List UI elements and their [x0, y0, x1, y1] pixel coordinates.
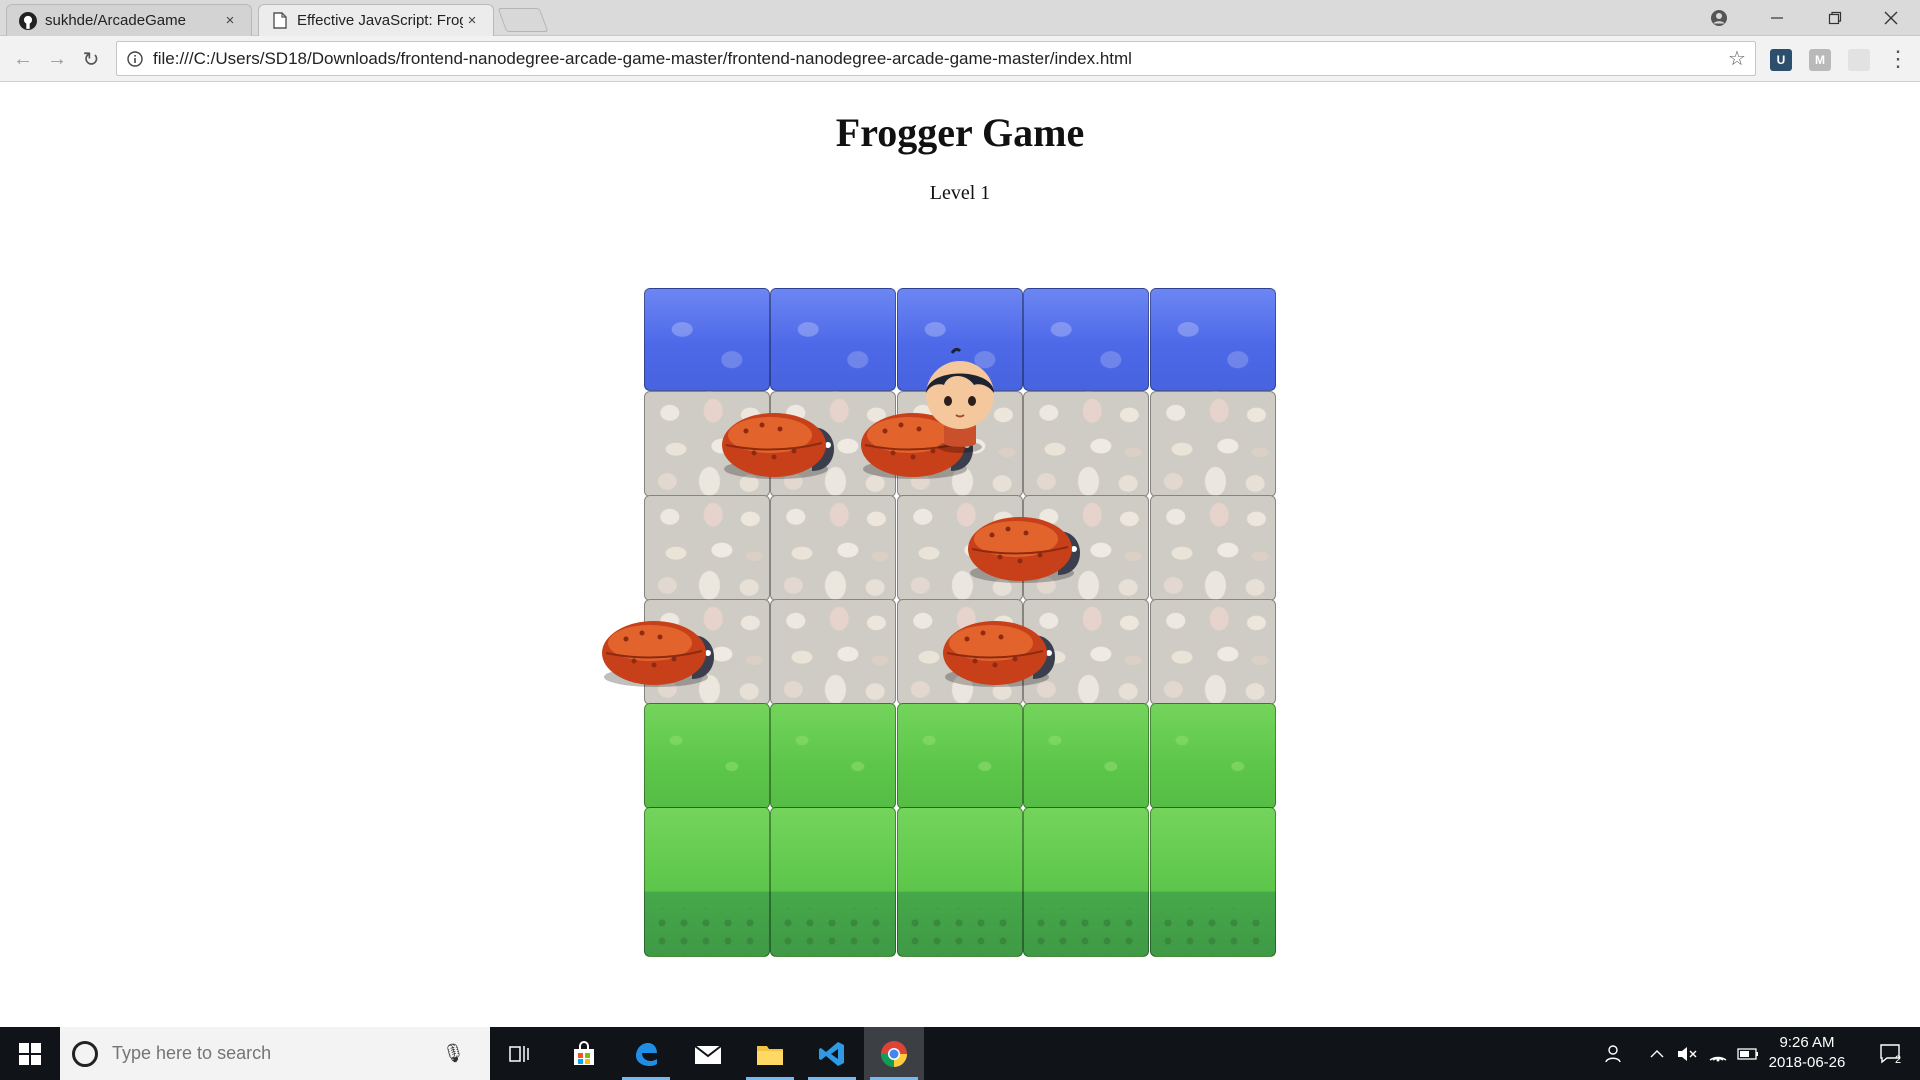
grass-tile: [1023, 703, 1150, 809]
task-view-icon[interactable]: [490, 1027, 550, 1080]
vscode-icon[interactable]: [802, 1027, 862, 1080]
stone-tile: [770, 495, 897, 601]
water-tile: [770, 288, 897, 391]
battery-icon[interactable]: [1734, 1027, 1762, 1080]
enemy-bug: [716, 391, 842, 487]
github-icon: [19, 11, 37, 30]
stone-tile: [644, 495, 770, 601]
edge-browser-icon[interactable]: [616, 1027, 676, 1080]
address-bar[interactable]: file:///C:/Users/SD18/Downloads/frontend…: [116, 41, 1756, 76]
clock-date: 2018-06-26: [1768, 1054, 1846, 1071]
enemy-bug: [937, 599, 1063, 695]
volume-muted-icon[interactable]: [1672, 1027, 1702, 1080]
tab-github[interactable]: sukhde/ArcadeGame ×: [6, 4, 252, 36]
page-content: Frogger Game Level 1: [0, 83, 1920, 1027]
tab-strip: sukhde/ArcadeGame × Effective JavaScript…: [0, 0, 1920, 36]
grass-tile: [1149, 807, 1276, 957]
restore-icon[interactable]: [1806, 0, 1864, 36]
chrome-icon[interactable]: [864, 1027, 924, 1080]
close-icon[interactable]: ×: [463, 12, 481, 29]
minimize-icon[interactable]: [1748, 0, 1806, 36]
close-icon[interactable]: ×: [221, 12, 239, 29]
stone-tile: [1149, 599, 1276, 705]
grass-tile: [770, 703, 897, 809]
page-title: Frogger Game: [835, 110, 1085, 155]
stone-tile: [1023, 391, 1150, 497]
reload-icon[interactable]: ↻: [76, 44, 106, 74]
browser-toolbar: ← → ↻ file:///C:/Users/SD18/Downloads/fr…: [0, 36, 1920, 82]
profile-icon[interactable]: [1690, 0, 1748, 36]
close-window-icon[interactable]: [1862, 0, 1920, 36]
wifi-icon[interactable]: [1704, 1027, 1732, 1080]
forward-arrow-icon[interactable]: →: [42, 44, 72, 74]
clock-time: 9:26 AM: [1779, 1034, 1835, 1051]
url-text[interactable]: file:///C:/Users/SD18/Downloads/frontend…: [153, 49, 1719, 69]
extension-icon[interactable]: U: [1770, 49, 1792, 71]
new-tab-button[interactable]: [497, 8, 549, 32]
tab-frogger[interactable]: Effective JavaScript: Frogger ×: [258, 4, 494, 36]
grass-tile: [1149, 703, 1276, 809]
stone-tile: [1149, 391, 1276, 497]
taskbar: 🎙 9:26 AM 2018-06-26: [0, 1027, 1920, 1080]
page-icon: [271, 12, 289, 30]
water-tile: [1023, 288, 1150, 391]
player-character: [910, 345, 1010, 455]
grass-tile: [770, 807, 897, 957]
grass-tile: [644, 807, 770, 957]
chevron-up-icon[interactable]: [1645, 1027, 1669, 1080]
tab-title: Effective JavaScript: Frogger: [297, 12, 463, 29]
grass-tile: [896, 807, 1023, 957]
file-explorer-icon[interactable]: [740, 1027, 800, 1080]
tab-title: sukhde/ArcadeGame: [45, 12, 186, 29]
people-icon[interactable]: [1598, 1027, 1632, 1080]
stone-tile: [770, 599, 897, 705]
notifications-icon[interactable]: 2: [1862, 1027, 1918, 1080]
grass-tile: [896, 703, 1023, 809]
bookmark-star-icon[interactable]: ☆: [1719, 46, 1755, 71]
game-canvas[interactable]: [601, 288, 1276, 960]
windows-start-icon[interactable]: [0, 1027, 60, 1080]
enemy-bug: [596, 599, 722, 695]
enemy-bug: [962, 495, 1088, 591]
system-clock[interactable]: 9:26 AM 2018-06-26: [1762, 1033, 1852, 1073]
extension-icon[interactable]: M: [1809, 49, 1831, 71]
grass-tile: [1023, 807, 1150, 957]
water-tile: [644, 288, 770, 391]
info-icon[interactable]: [117, 50, 153, 67]
back-arrow-icon[interactable]: ←: [8, 44, 38, 74]
extension-icon[interactable]: [1848, 49, 1870, 71]
grass-tile: [644, 703, 770, 809]
water-tile: [1149, 288, 1276, 391]
notification-count: 2: [1894, 1053, 1902, 1066]
mail-icon[interactable]: [678, 1027, 738, 1080]
microphone-icon[interactable]: 🎙: [442, 1043, 465, 1064]
store-icon[interactable]: [554, 1027, 614, 1080]
stone-tile: [1149, 495, 1276, 601]
search-input[interactable]: [112, 1043, 442, 1064]
cortana-icon: [72, 1040, 98, 1067]
menu-icon[interactable]: ⋮: [1886, 44, 1910, 74]
taskbar-search[interactable]: 🎙: [60, 1027, 490, 1080]
level-indicator: Level 1: [929, 182, 991, 204]
